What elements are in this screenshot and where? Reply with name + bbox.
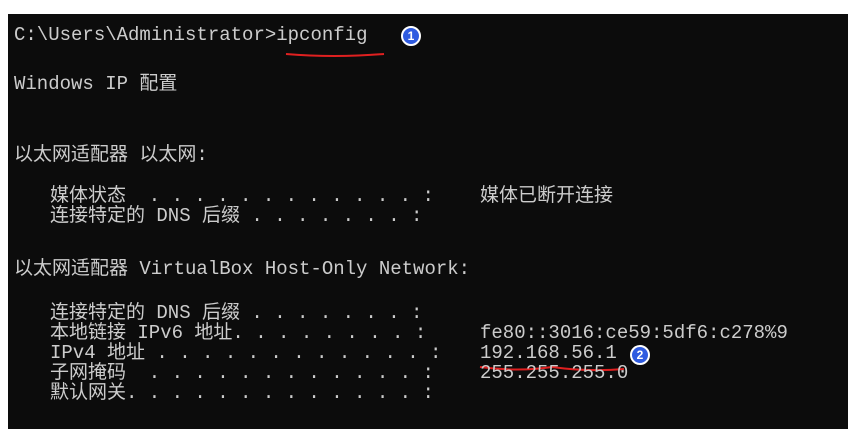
default-gateway-label: 默认网关. . . . . . . . . . . . . : <box>50 382 434 404</box>
ipv4-label: IPv4 地址 . . . . . . . . . . . . : <box>50 342 442 364</box>
ipv6-value: fe80::3016:ce59:5df6:c278%9 <box>480 322 788 344</box>
dns-suffix-label-2: 连接特定的 DNS 后缀 . . . . . . . : <box>50 302 423 324</box>
dns-suffix-label-1: 连接特定的 DNS 后缀 . . . . . . . : <box>50 205 423 227</box>
command-underline <box>285 53 385 57</box>
adapter-ethernet-title: 以太网适配器 以太网: <box>14 144 208 166</box>
prompt-line: C:\Users\Administrator>ipconfig <box>14 25 367 45</box>
annotation-marker-2: 2 <box>630 345 650 365</box>
media-state-label: 媒体状态 . . . . . . . . . . . . : <box>50 185 434 207</box>
ip-config-header: Windows IP 配置 <box>14 73 178 95</box>
console-window[interactable]: C:\Users\Administrator>ipconfig 1 Window… <box>8 14 848 429</box>
ipv4-value: 192.168.56.1 <box>480 342 617 364</box>
command-text: ipconfig <box>276 24 368 46</box>
subnet-mask-value: 255.255.255.0 <box>480 362 629 384</box>
annotation-marker-1: 1 <box>401 26 421 46</box>
subnet-mask-label: 子网掩码 . . . . . . . . . . . . : <box>50 362 434 384</box>
adapter-virtualbox-title: 以太网适配器 VirtualBox Host-Only Network: <box>14 258 471 280</box>
ipv6-label: 本地链接 IPv6 地址. . . . . . . . : <box>50 322 427 344</box>
media-state-value: 媒体已断开连接 <box>480 185 614 207</box>
prompt-path: C:\Users\Administrator> <box>14 24 277 46</box>
